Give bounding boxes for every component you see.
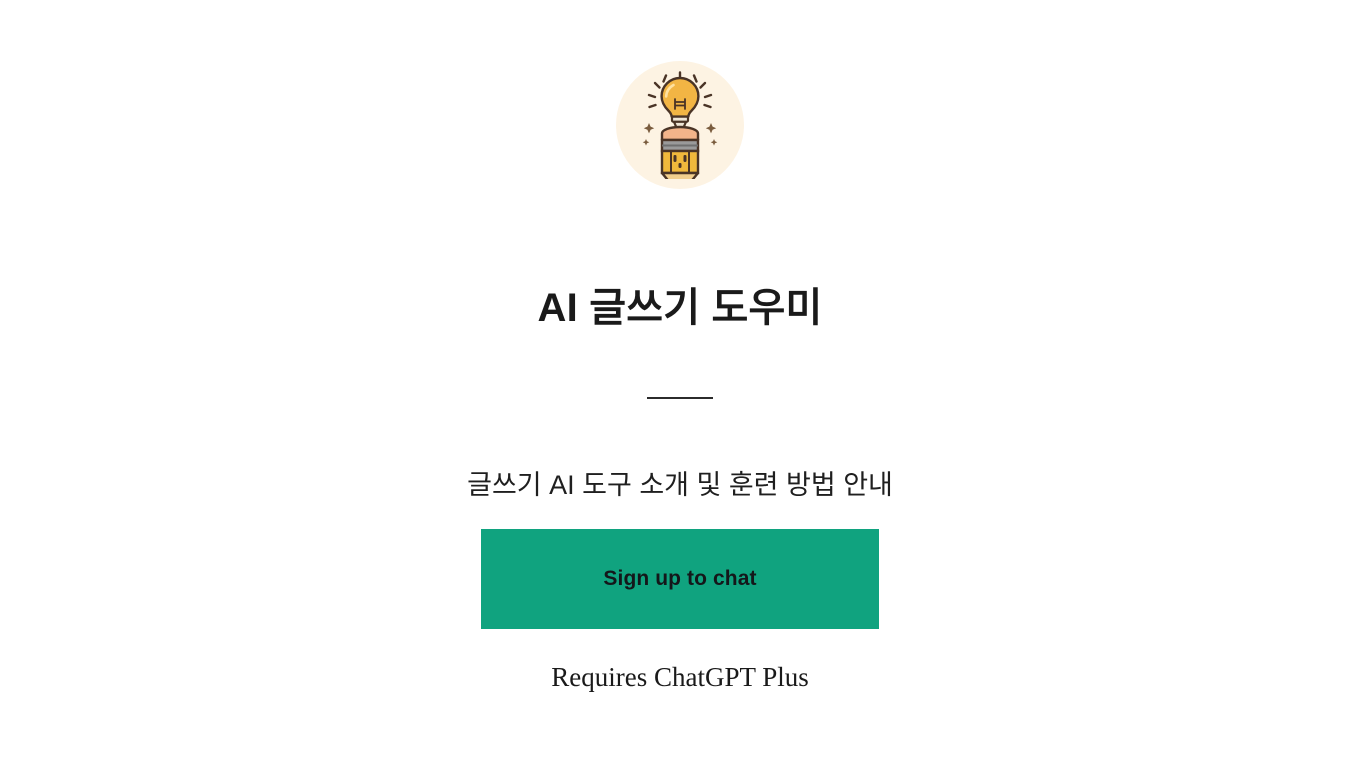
lightbulb-pencil-icon <box>632 71 728 179</box>
sign-up-to-chat-button[interactable]: Sign up to chat <box>481 528 879 629</box>
title-divider <box>647 397 713 399</box>
page-subtitle: 글쓰기 AI 도구 소개 및 훈련 방법 안내 <box>467 470 893 500</box>
page-title: AI 글쓰기 도우미 <box>537 286 823 330</box>
requirement-note: Requires ChatGPT Plus <box>551 661 809 692</box>
app-logo <box>616 61 744 189</box>
landing-page: AI 글쓰기 도우미 글쓰기 AI 도구 소개 및 훈련 방법 안내 Sign … <box>0 0 1360 764</box>
